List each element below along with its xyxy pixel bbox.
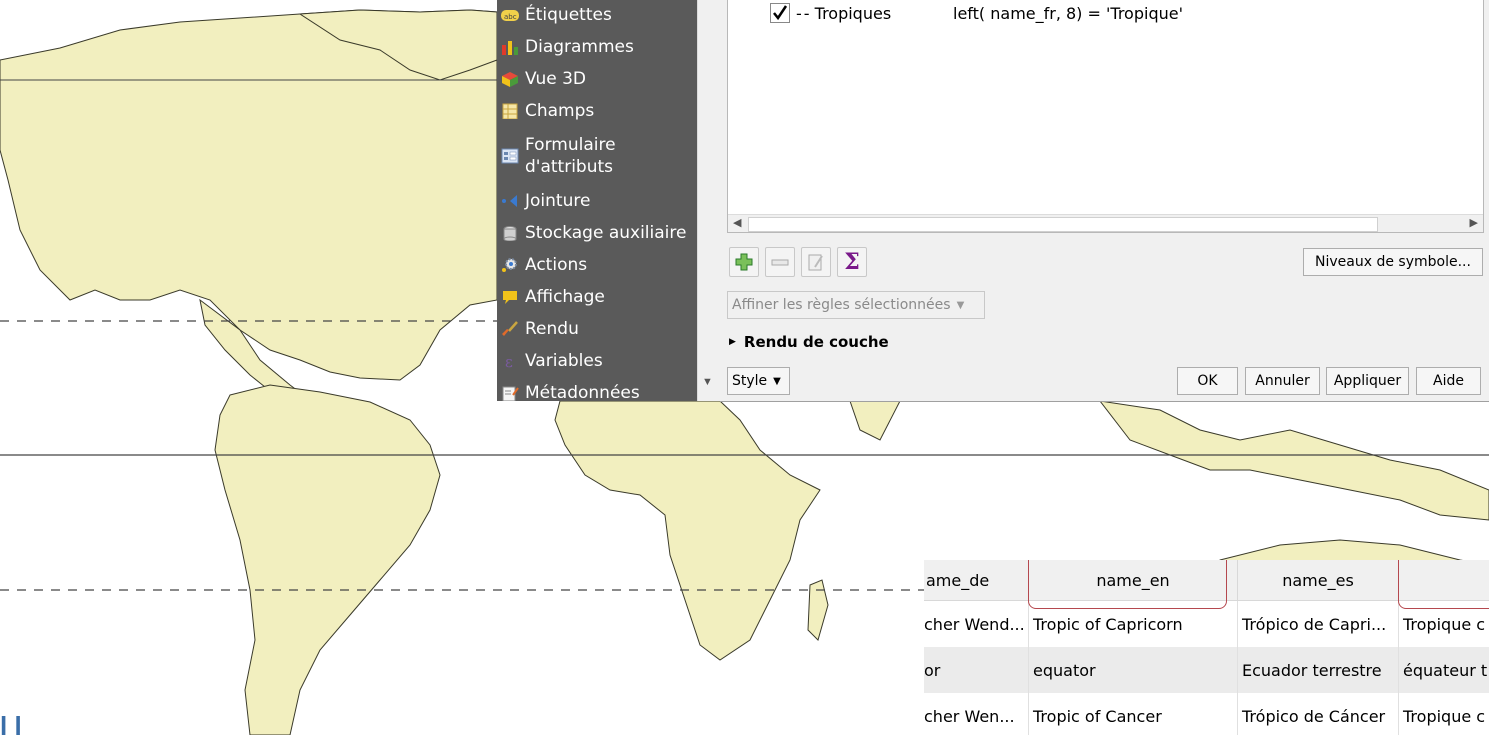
menu-item-label: Variables (525, 351, 603, 371)
highlight-box-name-en (1028, 560, 1227, 609)
menu-item-labels[interactable]: abc Étiquettes (497, 4, 612, 26)
table-cell: Tropic of Cancer (1029, 693, 1238, 735)
symbol-levels-button[interactable]: Niveaux de symbole... (1303, 248, 1483, 276)
table-row[interactable]: cher Wen... Tropic of Cancer Trópico de … (924, 693, 1489, 735)
layer-properties-menu: abc Étiquettes Diagrammes Vue 3D Champs … (497, 0, 697, 401)
menu-item-variables[interactable]: ε Variables (497, 350, 603, 372)
rule-row-tropiques[interactable]: - - Tropiques (770, 0, 891, 26)
menu-scroll-thumb[interactable] (702, 0, 716, 258)
menu-item-fields[interactable]: Champs (497, 100, 594, 122)
remove-rule-button[interactable] (765, 247, 795, 277)
table-row[interactable]: or equator Ecuador terrestre équateur t (924, 647, 1489, 693)
edit-icon (808, 254, 823, 271)
menu-item-label-line2: d'attributs (525, 157, 614, 177)
rule-checkbox[interactable] (770, 3, 790, 23)
add-rule-button[interactable] (729, 247, 759, 277)
menu-item-label: Étiquettes (525, 5, 612, 25)
column-header-name-es[interactable]: name_es (1238, 560, 1399, 601)
table-cell: Trópico de Cáncer (1238, 693, 1399, 735)
highlight-box-name-fr (1398, 560, 1489, 609)
menu-item-label: Affichage (525, 287, 605, 307)
style-label: Style (732, 373, 768, 389)
table-cell: equator (1029, 647, 1238, 693)
menu-item-diagrams[interactable]: Diagrammes (497, 36, 634, 58)
menu-item-label: Stockage auxiliaire (525, 223, 687, 243)
table-cell: équateur t (1403, 660, 1488, 680)
rules-tree[interactable]: - - Tropiques left( name_fr, 8) = 'Tropi… (727, 0, 1484, 233)
layer-rendering-section[interactable]: ▶ Rendu de couche (729, 331, 889, 353)
menu-item-label: Métadonnées (525, 383, 640, 401)
menu-item-rendering[interactable]: Rendu (497, 318, 579, 340)
rule-filter: left( name_fr, 8) = 'Tropique' (953, 3, 1183, 23)
rule-label: - Tropiques (803, 3, 892, 23)
attribute-table: ame_de name_en name_es cher Wend... Trop… (924, 560, 1489, 735)
svg-text:abc: abc (504, 13, 517, 21)
scroll-right-icon[interactable]: ▶ (1470, 216, 1478, 229)
actions-gear-icon (501, 257, 519, 273)
svg-text:ε: ε (505, 353, 513, 369)
sigma-icon: Σ (844, 249, 860, 275)
rules-scroll-thumb[interactable] (748, 217, 1378, 232)
menu-item-actions[interactable]: Actions (497, 254, 587, 276)
plus-icon (735, 253, 753, 271)
refine-rules-dropdown[interactable]: Affiner les règles sélectionnées ▼ (727, 291, 985, 319)
style-dropdown-button[interactable]: Style ▼ (727, 367, 790, 395)
join-icon (501, 193, 519, 209)
checkmark-icon (773, 5, 788, 21)
chevron-down-icon: ▼ (773, 375, 781, 387)
table-cell: Tropique c (1403, 706, 1486, 726)
form-icon (501, 148, 519, 164)
apply-button[interactable]: Appliquer (1326, 367, 1409, 395)
minus-icon (771, 259, 789, 266)
menu-item-3d-view[interactable]: Vue 3D (497, 68, 586, 90)
fields-icon (501, 103, 519, 120)
labels-icon: abc (501, 7, 519, 23)
menu-item-auxiliary-storage[interactable]: Stockage auxiliaire (497, 222, 686, 244)
menu-item-label: Rendu (525, 319, 579, 339)
menu-item-label: Champs (525, 101, 595, 121)
menu-item-label: Jointure (525, 191, 591, 211)
scroll-left-icon[interactable]: ◀ (733, 216, 741, 229)
help-button[interactable]: Aide (1416, 367, 1481, 395)
refine-sum-button[interactable]: Σ (837, 247, 867, 277)
brush-icon (501, 321, 519, 337)
column-header-name-de[interactable]: ame_de (924, 560, 1029, 601)
table-cell: Trópico de Capri... (1238, 601, 1399, 647)
menu-item-join[interactable]: Jointure (497, 190, 590, 212)
chevron-down-icon: ▼ (956, 299, 965, 311)
table-cell: cher Wend... (924, 601, 1029, 647)
storage-icon (501, 225, 519, 242)
ok-button[interactable]: OK (1177, 367, 1238, 395)
speech-bubble-icon (501, 289, 519, 305)
diagrams-icon (501, 39, 519, 55)
rule-symbol-icon: - (796, 3, 802, 23)
menu-item-metadata[interactable]: Métadonnées (497, 382, 640, 401)
expand-arrow-icon: ▶ (729, 337, 736, 347)
rules-horizontal-scrollbar[interactable]: ◀ ▶ (728, 214, 1483, 232)
menu-item-label: Actions (525, 255, 588, 275)
menu-item-display[interactable]: Affichage (497, 286, 605, 308)
menu-item-label: Vue 3D (525, 69, 587, 89)
cancel-button[interactable]: Annuler (1245, 367, 1320, 395)
table-cell: cher Wen... (924, 693, 1029, 735)
refine-rules-label: Affiner les règles sélectionnées (732, 297, 951, 313)
metadata-icon (501, 385, 519, 401)
table-cell: Ecuador terrestre (1238, 647, 1399, 693)
menu-item-label: Diagrammes (525, 37, 634, 57)
menu-item-attribute-form[interactable]: Formulaire d'attributs (497, 132, 616, 180)
table-cell: or (924, 647, 1029, 693)
menu-item-label: Formulaire (525, 135, 616, 155)
scroll-down-icon[interactable]: ▼ (702, 376, 713, 388)
menu-scrollbar[interactable]: ▼ (697, 0, 721, 401)
edit-rule-button[interactable] (801, 247, 831, 277)
cube-3d-icon (501, 71, 519, 87)
cut-off-title: l l (0, 711, 22, 735)
symbology-panel: - - Tropiques left( name_fr, 8) = 'Tropi… (720, 0, 1489, 402)
section-title: Rendu de couche (743, 333, 889, 351)
variables-icon: ε (501, 353, 519, 371)
